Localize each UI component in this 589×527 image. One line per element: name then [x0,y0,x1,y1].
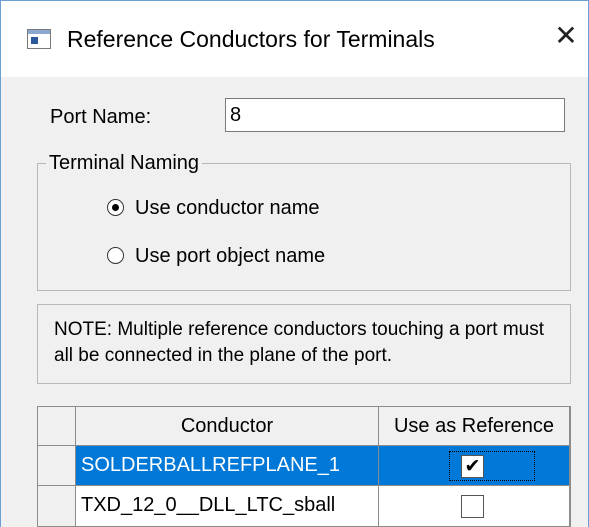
column-header-use-as-reference[interactable]: Use as Reference [379,407,570,446]
dialog-title: Reference Conductors for Terminals [67,26,435,52]
dialog-window: Reference Conductors for Terminals ✕ Por… [0,0,589,527]
checkmark-icon: ✔ [464,455,481,477]
radio-label-conductor-name: Use conductor name [135,197,320,219]
note-text: NOTE: Multiple reference conductors touc… [54,319,545,366]
use-as-reference-checkbox[interactable] [461,495,484,518]
radio-label-port-object-name: Use port object name [135,245,326,267]
close-button[interactable]: ✕ [549,19,583,53]
table-cell-conductor[interactable]: TXD_12_0__DLL_LTC_sball [76,486,379,527]
app-window-icon [27,29,51,49]
note-panel: NOTE: Multiple reference conductors touc… [37,304,571,384]
radio-button-selected[interactable] [107,199,124,216]
radio-button[interactable] [107,247,124,264]
close-icon: ✕ [554,19,578,52]
table-corner-cell [38,407,76,446]
row-header[interactable] [38,446,76,486]
row-header[interactable] [38,486,76,527]
table-cell-conductor[interactable]: SOLDERBALLREFPLANE_1 [76,446,379,486]
title-bar: Reference Conductors for Terminals ✕ [1,1,588,77]
use-as-reference-checkbox[interactable]: ✔ [461,455,484,478]
port-name-input[interactable] [225,98,565,132]
port-name-label: Port Name: [50,106,152,128]
terminal-naming-legend: Terminal Naming [46,150,203,176]
column-header-conductor[interactable]: Conductor [76,407,379,446]
terminal-naming-group: Terminal Naming [37,150,571,291]
